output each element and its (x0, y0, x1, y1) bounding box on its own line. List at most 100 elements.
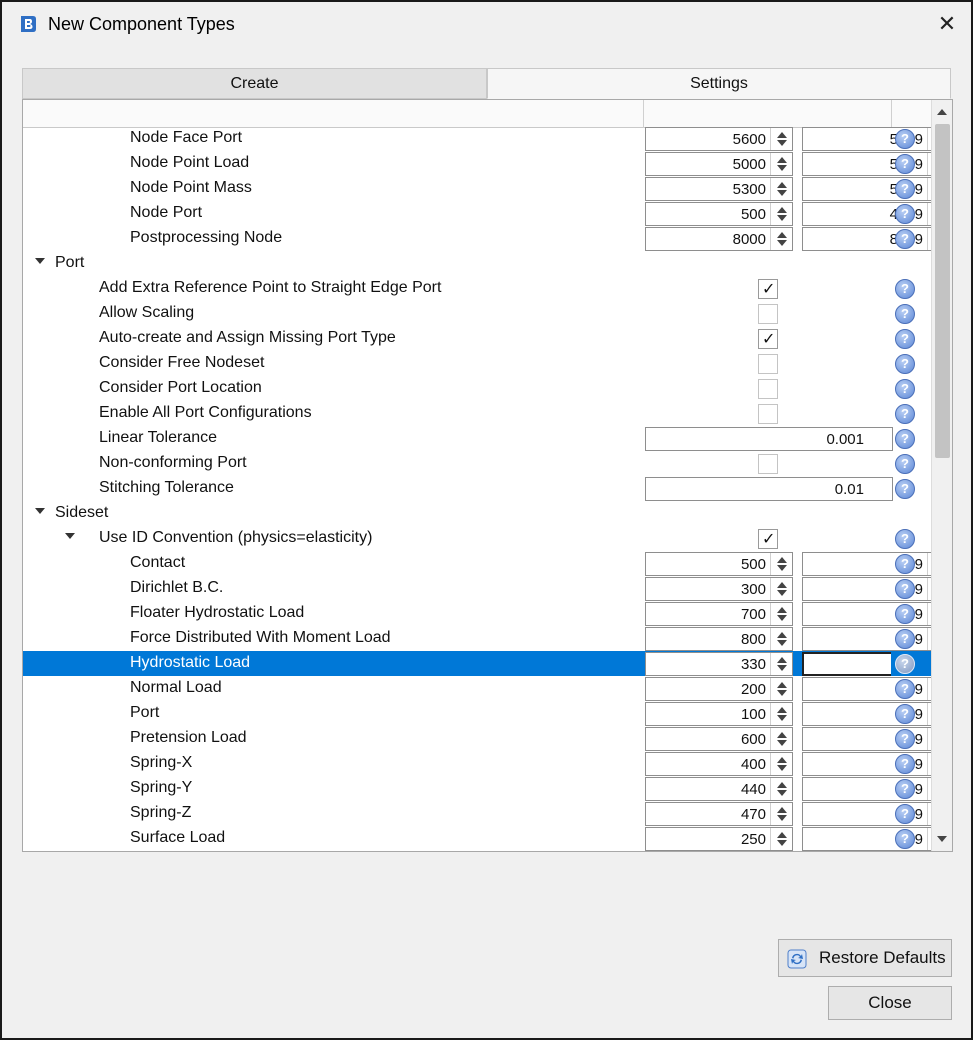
range-max-spinbox[interactable]: 299 (802, 827, 950, 851)
spin-arrows-icon[interactable] (770, 128, 792, 150)
help-icon[interactable]: ? (895, 554, 915, 574)
scrollbar-thumb[interactable] (935, 124, 950, 458)
help-icon[interactable]: ? (895, 329, 915, 349)
help-icon[interactable]: ? (895, 179, 915, 199)
help-icon[interactable]: ? (895, 529, 915, 549)
help-icon[interactable]: ? (895, 379, 915, 399)
tree-row[interactable]: Surface Load 250 299? (23, 826, 950, 851)
help-icon[interactable]: ? (895, 429, 915, 449)
spin-arrows-icon[interactable] (770, 778, 792, 800)
help-icon[interactable]: ? (895, 279, 915, 299)
range-max-spinbox[interactable]: 5599 (802, 177, 950, 201)
range-max-spinbox[interactable]: 249 (802, 677, 950, 701)
range-max-spinbox[interactable]: 699 (802, 727, 950, 751)
spin-arrows-icon[interactable] (770, 653, 792, 675)
spin-arrows-icon[interactable] (770, 228, 792, 250)
value-input[interactable]: 0.001 (645, 427, 893, 451)
checkbox[interactable] (758, 454, 778, 474)
vertical-scrollbar[interactable] (931, 100, 952, 851)
checkbox[interactable] (758, 404, 778, 424)
value-input[interactable]: 0.01 (645, 477, 893, 501)
range-min-spinbox[interactable]: 440 (645, 777, 793, 801)
range-max-spinbox[interactable]: 5699 (802, 127, 950, 151)
tree-row[interactable]: Node Point Mass 5300 5599? (23, 176, 950, 201)
range-max-spinbox[interactable]: 749 (802, 602, 950, 626)
tree-row[interactable]: Stitching Tolerance 0.01? (23, 476, 931, 501)
help-icon[interactable]: ? (895, 829, 915, 849)
range-max-spinbox[interactable]: 549 (802, 552, 950, 576)
help-icon[interactable]: ? (895, 629, 915, 649)
spin-arrows-icon[interactable] (770, 603, 792, 625)
range-min-spinbox[interactable]: 5300 (645, 177, 793, 201)
checkbox[interactable]: ✓ (758, 329, 778, 349)
tree-row[interactable]: Port 100 199? (23, 701, 950, 726)
tab-settings[interactable]: Settings (487, 68, 951, 99)
range-min-spinbox[interactable]: 330 (645, 652, 793, 676)
range-max-spinbox[interactable]: 899 (802, 627, 950, 651)
help-icon[interactable]: ? (895, 654, 915, 674)
help-icon[interactable]: ? (895, 454, 915, 474)
help-icon[interactable]: ? (895, 129, 915, 149)
spin-arrows-icon[interactable] (770, 828, 792, 850)
spin-arrows-icon[interactable] (770, 628, 792, 650)
range-max-spinbox[interactable]: 329 (802, 577, 950, 601)
range-min-spinbox[interactable]: 250 (645, 827, 793, 851)
tree-row[interactable]: Spring-Y 440 469? (23, 776, 950, 801)
range-min-spinbox[interactable]: 500 (645, 202, 793, 226)
tab-create[interactable]: Create (22, 68, 487, 99)
spin-arrows-icon[interactable] (770, 153, 792, 175)
range-min-spinbox[interactable]: 5000 (645, 152, 793, 176)
help-icon[interactable]: ? (895, 754, 915, 774)
help-icon[interactable]: ? (895, 779, 915, 799)
help-icon[interactable]: ? (895, 679, 915, 699)
tree-row[interactable]: Auto-create and Assign Missing Port Type… (23, 326, 931, 351)
checkbox[interactable] (758, 304, 778, 324)
spin-arrows-icon[interactable] (770, 678, 792, 700)
range-min-spinbox[interactable]: 5600 (645, 127, 793, 151)
checkbox[interactable]: ✓ (758, 279, 778, 299)
help-icon[interactable]: ? (895, 704, 915, 724)
tree-row[interactable]: Node Face Port 5600 5699? (23, 126, 950, 151)
spin-arrows-icon[interactable] (770, 203, 792, 225)
help-icon[interactable]: ? (895, 479, 915, 499)
tree-group-row[interactable]: Port (23, 251, 931, 276)
tree-row[interactable]: Linear Tolerance 0.001? (23, 426, 931, 451)
tree-row[interactable]: Consider Free Nodeset? (23, 351, 931, 376)
tree-row[interactable]: Consider Port Location? (23, 376, 931, 401)
range-max-spinbox[interactable]: 499 (802, 802, 950, 826)
range-min-spinbox[interactable]: 200 (645, 677, 793, 701)
tree-row[interactable]: Pretension Load 600 699? (23, 726, 950, 751)
range-min-spinbox[interactable]: 700 (645, 602, 793, 626)
spin-arrows-icon[interactable] (770, 728, 792, 750)
help-icon[interactable]: ? (895, 804, 915, 824)
tree-row[interactable]: Spring-X 400 439? (23, 751, 950, 776)
tree-row[interactable]: Allow Scaling? (23, 301, 931, 326)
checkbox[interactable]: ✓ (758, 529, 778, 549)
help-icon[interactable]: ? (895, 229, 915, 249)
range-max-spinbox[interactable]: 8999 (802, 227, 950, 251)
range-max-spinbox[interactable]: 469 (802, 777, 950, 801)
range-max-spinbox[interactable]: 199 (802, 702, 950, 726)
spin-arrows-icon[interactable] (770, 578, 792, 600)
help-icon[interactable]: ? (895, 404, 915, 424)
tree-row[interactable]: Node Port 500 4999? (23, 201, 950, 226)
tree-row[interactable]: Spring-Z 470 499? (23, 801, 950, 826)
tree-row[interactable]: Add Extra Reference Point to Straight Ed… (23, 276, 931, 301)
help-icon[interactable]: ? (895, 304, 915, 324)
tree-row[interactable]: Node Point Load 5000 5299? (23, 151, 950, 176)
range-max-spinbox[interactable]: 4999 (802, 202, 950, 226)
range-min-spinbox[interactable]: 8000 (645, 227, 793, 251)
tree-group-row[interactable]: Sideset (23, 501, 931, 526)
range-min-spinbox[interactable]: 300 (645, 577, 793, 601)
scroll-down-arrow-icon[interactable] (932, 829, 952, 849)
expand-arrow-icon[interactable] (35, 508, 45, 514)
tree-row[interactable]: Use ID Convention (physics=elasticity) ✓? (23, 526, 931, 551)
range-max-spinbox[interactable]: 5299 (802, 152, 950, 176)
help-icon[interactable]: ? (895, 154, 915, 174)
help-icon[interactable]: ? (895, 729, 915, 749)
close-button[interactable]: Close (828, 986, 952, 1020)
spin-arrows-icon[interactable] (770, 553, 792, 575)
tree-row[interactable]: Normal Load 200 249? (23, 676, 950, 701)
help-icon[interactable]: ? (895, 579, 915, 599)
range-min-spinbox[interactable]: 500 (645, 552, 793, 576)
